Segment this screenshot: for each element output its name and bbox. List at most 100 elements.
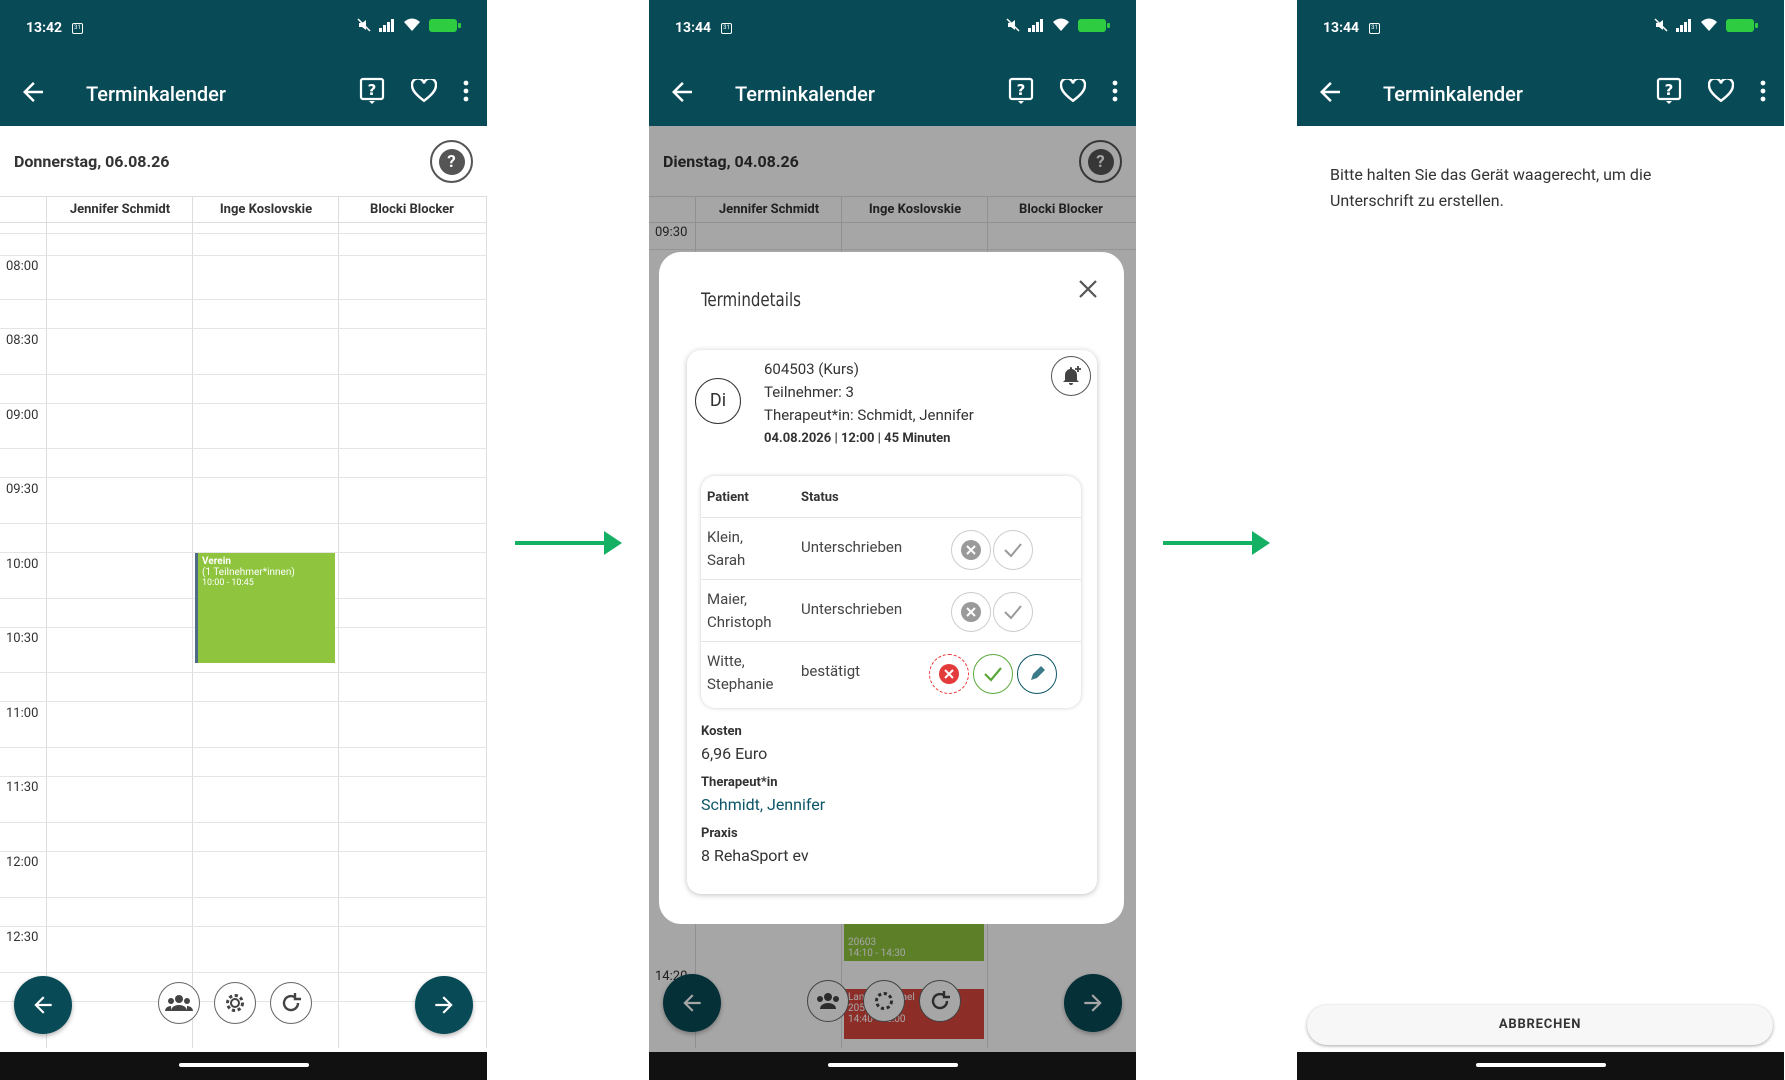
- cancel-circle-icon: [961, 540, 981, 560]
- mute-icon: [1006, 18, 1020, 32]
- help-icon[interactable]: ?: [1008, 77, 1034, 105]
- status-icons: [1654, 18, 1758, 32]
- mute-icon: [1654, 18, 1668, 32]
- event-title: Verein: [202, 556, 231, 567]
- flow-arrow: [515, 531, 622, 555]
- signal-icon: [1028, 19, 1043, 32]
- reminder-button[interactable]: [1051, 356, 1091, 396]
- app-bar-actions: ?: [359, 77, 469, 105]
- calendar-notification-icon: 31: [1369, 23, 1380, 34]
- app-bar: Terminkalender ?: [0, 60, 487, 126]
- status-time: 13:44: [1323, 20, 1360, 36]
- column-header: Blocki Blocker: [370, 202, 454, 217]
- arrow-right-icon: [435, 996, 453, 1014]
- home-indicator[interactable]: [1475, 1063, 1606, 1067]
- status-bar: 13:44 31: [1297, 0, 1784, 60]
- help-button[interactable]: ?: [430, 140, 473, 183]
- selected-date: Donnerstag, 06.08.26: [14, 152, 170, 171]
- confirm-button[interactable]: [993, 592, 1033, 632]
- praxis-value: 8 RehaSport ev: [701, 846, 809, 865]
- table-row: Witte, Stephanie bestätigt: [701, 642, 1081, 704]
- time-label: 08:30: [6, 333, 39, 348]
- heart-icon[interactable]: [411, 79, 437, 103]
- time-label: 10:30: [6, 631, 39, 646]
- time-label: 09:30: [6, 482, 39, 497]
- more-vert-icon[interactable]: [1760, 80, 1766, 102]
- nav-bar: [1297, 1052, 1784, 1080]
- help-icon[interactable]: ?: [1656, 77, 1682, 105]
- battery-icon: [429, 18, 461, 32]
- settings-button[interactable]: [214, 982, 256, 1024]
- help-icon[interactable]: ?: [359, 77, 385, 105]
- time-label: 12:30: [6, 930, 39, 945]
- previous-day-button[interactable]: [14, 976, 72, 1034]
- patient-status: Unterschrieben: [801, 538, 903, 556]
- time-label: 08:00: [6, 259, 39, 274]
- calendar-notification-icon: 31: [72, 23, 83, 34]
- svg-text:?: ?: [1665, 81, 1674, 99]
- pen-icon: [1031, 666, 1045, 680]
- therapeut-link[interactable]: Schmidt, Jennifer: [701, 795, 825, 814]
- signal-icon: [1676, 19, 1691, 32]
- header-status: Status: [801, 490, 839, 505]
- people-icon: [165, 995, 193, 1011]
- table-header: Patient Status: [701, 476, 1081, 518]
- groups-button[interactable]: [158, 982, 200, 1024]
- refresh-button[interactable]: [270, 982, 312, 1024]
- more-vert-icon[interactable]: [1112, 80, 1118, 102]
- heart-icon[interactable]: [1060, 79, 1086, 103]
- page-title: Terminkalender: [1383, 82, 1523, 106]
- cancel-circle-icon: [939, 664, 959, 684]
- gear-icon: [226, 994, 244, 1012]
- patient-name: Witte, Stephanie: [707, 652, 774, 693]
- appointment-card: Di 604503 (Kurs) Teilnehmer: 3 Therapeut…: [687, 350, 1097, 894]
- appointment-number: 604503 (Kurs): [764, 360, 859, 378]
- status-time: 13:44: [675, 20, 712, 36]
- check-icon: [1004, 605, 1022, 620]
- nav-bar: [0, 1052, 487, 1080]
- app-bar-actions: ?: [1008, 77, 1118, 105]
- event-participants: (1 Teilnehmer*innen): [202, 567, 295, 578]
- mute-icon: [357, 18, 371, 32]
- calendar-event[interactable]: Verein (1 Teilnehmer*innen) 10:00 - 10:4…: [195, 553, 335, 663]
- kosten-label: Kosten: [701, 724, 742, 739]
- back-arrow-icon[interactable]: [18, 77, 48, 107]
- reject-button[interactable]: [929, 654, 969, 694]
- refresh-icon: [282, 993, 301, 1012]
- reject-button[interactable]: [951, 530, 991, 570]
- bell-plus-icon: [1063, 366, 1081, 385]
- cancel-button[interactable]: ABBRECHEN: [1307, 1005, 1773, 1045]
- next-day-button[interactable]: [415, 976, 473, 1034]
- confirm-button[interactable]: [973, 654, 1013, 694]
- svg-text:?: ?: [368, 81, 377, 99]
- back-arrow-icon[interactable]: [1315, 77, 1345, 107]
- reject-button[interactable]: [951, 592, 991, 632]
- heart-icon[interactable]: [1708, 79, 1734, 103]
- app-bar-actions: ?: [1656, 77, 1766, 105]
- time-label: 11:30: [6, 780, 39, 795]
- patient-name: Maier, Christoph: [707, 590, 772, 631]
- status-time: 13:42: [26, 20, 63, 36]
- confirm-button[interactable]: [993, 530, 1033, 570]
- table-row: Maier, Christoph Unterschrieben: [701, 580, 1081, 642]
- column-header: Inge Koslovskie: [219, 202, 313, 217]
- home-indicator[interactable]: [827, 1063, 958, 1067]
- cancel-circle-icon: [961, 602, 981, 622]
- patient-status: Unterschrieben: [801, 600, 903, 618]
- svg-text:?: ?: [1017, 81, 1026, 99]
- check-icon: [1004, 543, 1022, 558]
- therapist-line: Therapeut*in: Schmidt, Jennifer: [764, 406, 974, 424]
- back-arrow-icon[interactable]: [667, 77, 697, 107]
- therapeut-label: Therapeut*in: [701, 775, 778, 790]
- status-icons: [1006, 18, 1110, 32]
- home-indicator[interactable]: [178, 1063, 309, 1067]
- praxis-label: Praxis: [701, 826, 738, 841]
- more-vert-icon[interactable]: [463, 80, 469, 102]
- grid-header: Jennifer Schmidt Inge Koslovskie Blocki …: [0, 197, 487, 223]
- sign-button[interactable]: [1017, 654, 1057, 694]
- patient-status: bestätigt: [801, 662, 861, 680]
- column-header: Jennifer Schmidt: [69, 202, 171, 217]
- wifi-icon: [1053, 18, 1069, 31]
- close-icon[interactable]: [1078, 279, 1098, 299]
- patient-name: Klein, Sarah: [707, 528, 746, 569]
